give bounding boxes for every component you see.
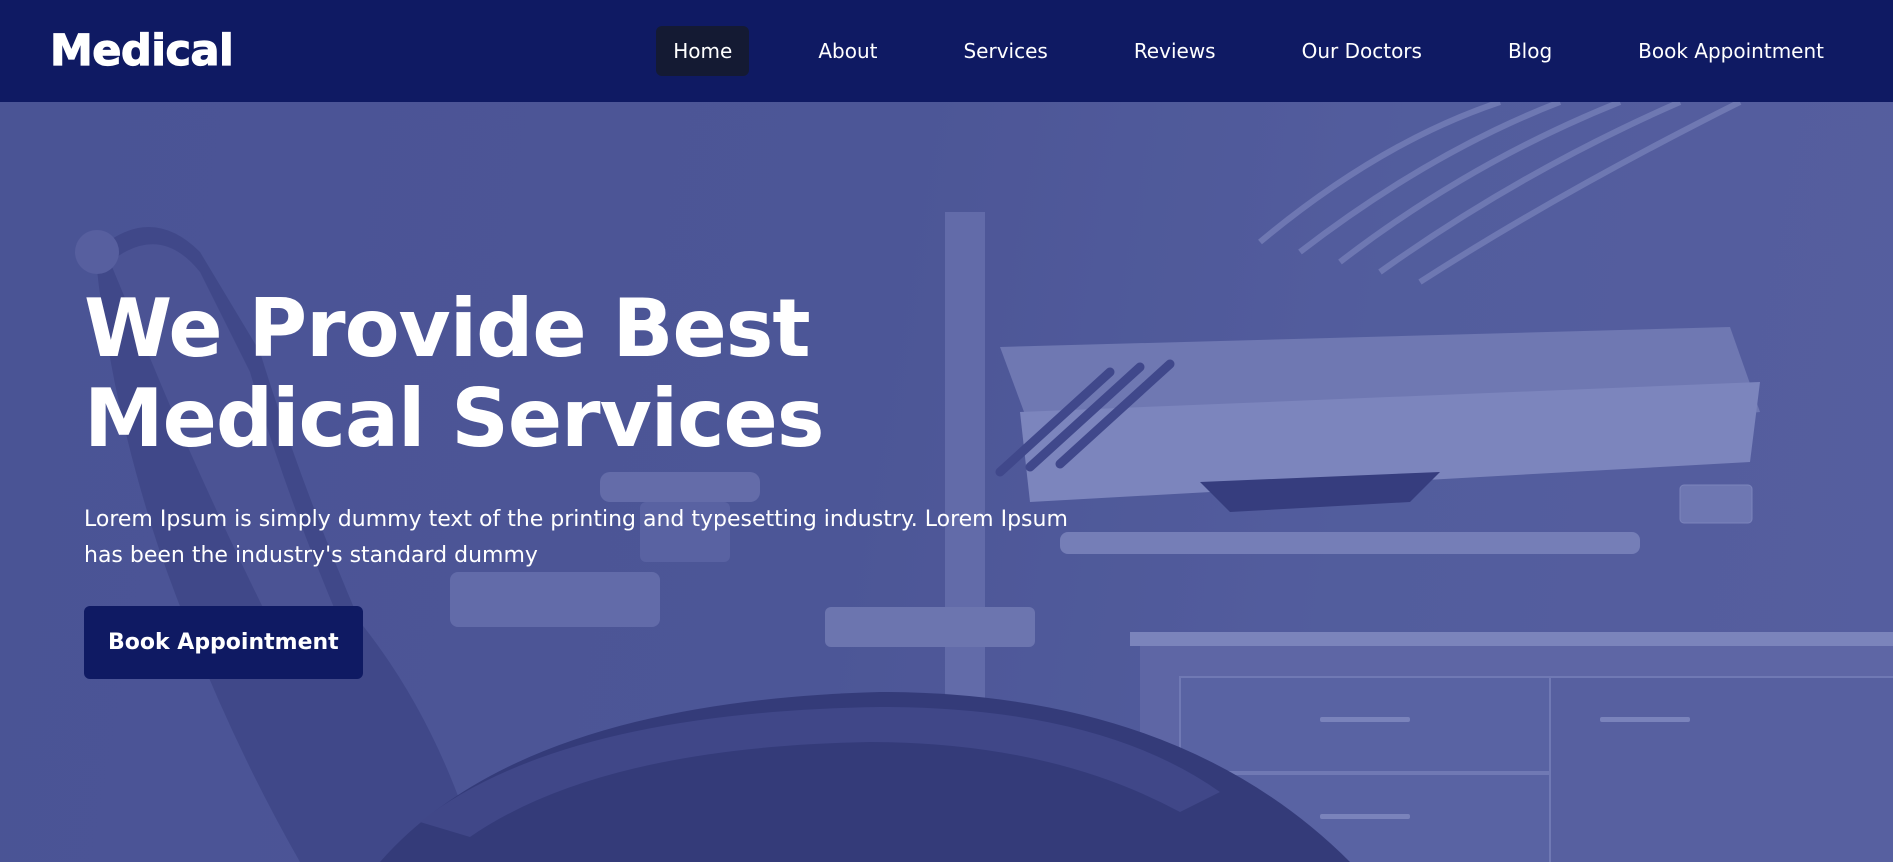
- hero-title-line-2: Medical Services: [84, 372, 824, 465]
- hero-content: We Provide Best Medical Services Lorem I…: [84, 284, 1074, 679]
- navbar: Medical Home About Services Reviews Our …: [0, 0, 1893, 102]
- nav-item-reviews[interactable]: Reviews: [1117, 26, 1233, 76]
- brand-logo[interactable]: Medical: [49, 25, 234, 76]
- nav-item-blog[interactable]: Blog: [1491, 26, 1569, 76]
- hero-title: We Provide Best Medical Services: [84, 284, 1074, 464]
- hero-description: Lorem Ipsum is simply dummy text of the …: [84, 507, 1068, 568]
- nav-item-book-appointment[interactable]: Book Appointment: [1621, 26, 1841, 76]
- nav-item-about[interactable]: About: [801, 26, 894, 76]
- book-appointment-button[interactable]: Book Appointment: [84, 606, 363, 679]
- main-nav: Home About Services Reviews Our Doctors …: [656, 26, 1841, 76]
- nav-item-services[interactable]: Services: [946, 26, 1064, 76]
- nav-item-our-doctors[interactable]: Our Doctors: [1285, 26, 1439, 76]
- hero-title-line-1: We Provide Best: [84, 282, 811, 375]
- nav-item-home[interactable]: Home: [656, 26, 750, 76]
- hero-section: We Provide Best Medical Services Lorem I…: [0, 102, 1893, 862]
